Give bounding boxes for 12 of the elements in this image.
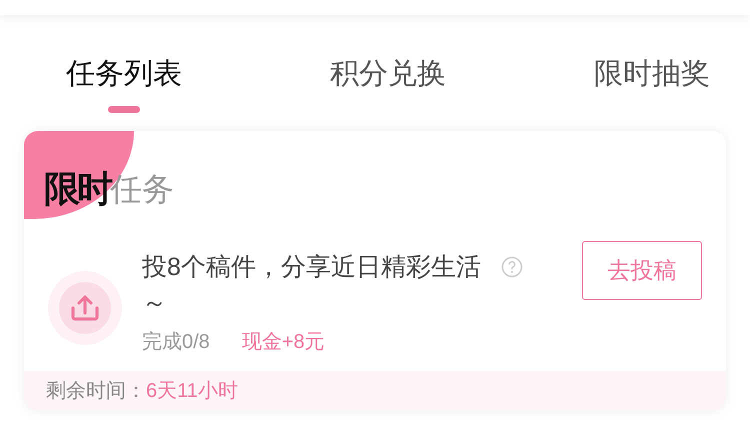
section-title: 任务	[110, 173, 174, 205]
help-icon[interactable]	[501, 256, 523, 278]
time-left-value: 6天11小时	[146, 380, 238, 402]
progress-text: 完成0/8	[142, 330, 210, 355]
limited-time-label: 限时	[44, 171, 110, 207]
tab[interactable]: 任务列表	[66, 60, 182, 112]
tab[interactable]: 积分兑换	[330, 60, 446, 112]
task-title: 投8个稿件，分享近日精彩生活～	[142, 252, 482, 319]
upload-icon	[59, 282, 111, 334]
time-left-label: 剩余时间：	[46, 380, 146, 402]
reward-text: 现金+8元	[242, 330, 325, 355]
tab[interactable]: 限时抽奖	[594, 60, 710, 112]
